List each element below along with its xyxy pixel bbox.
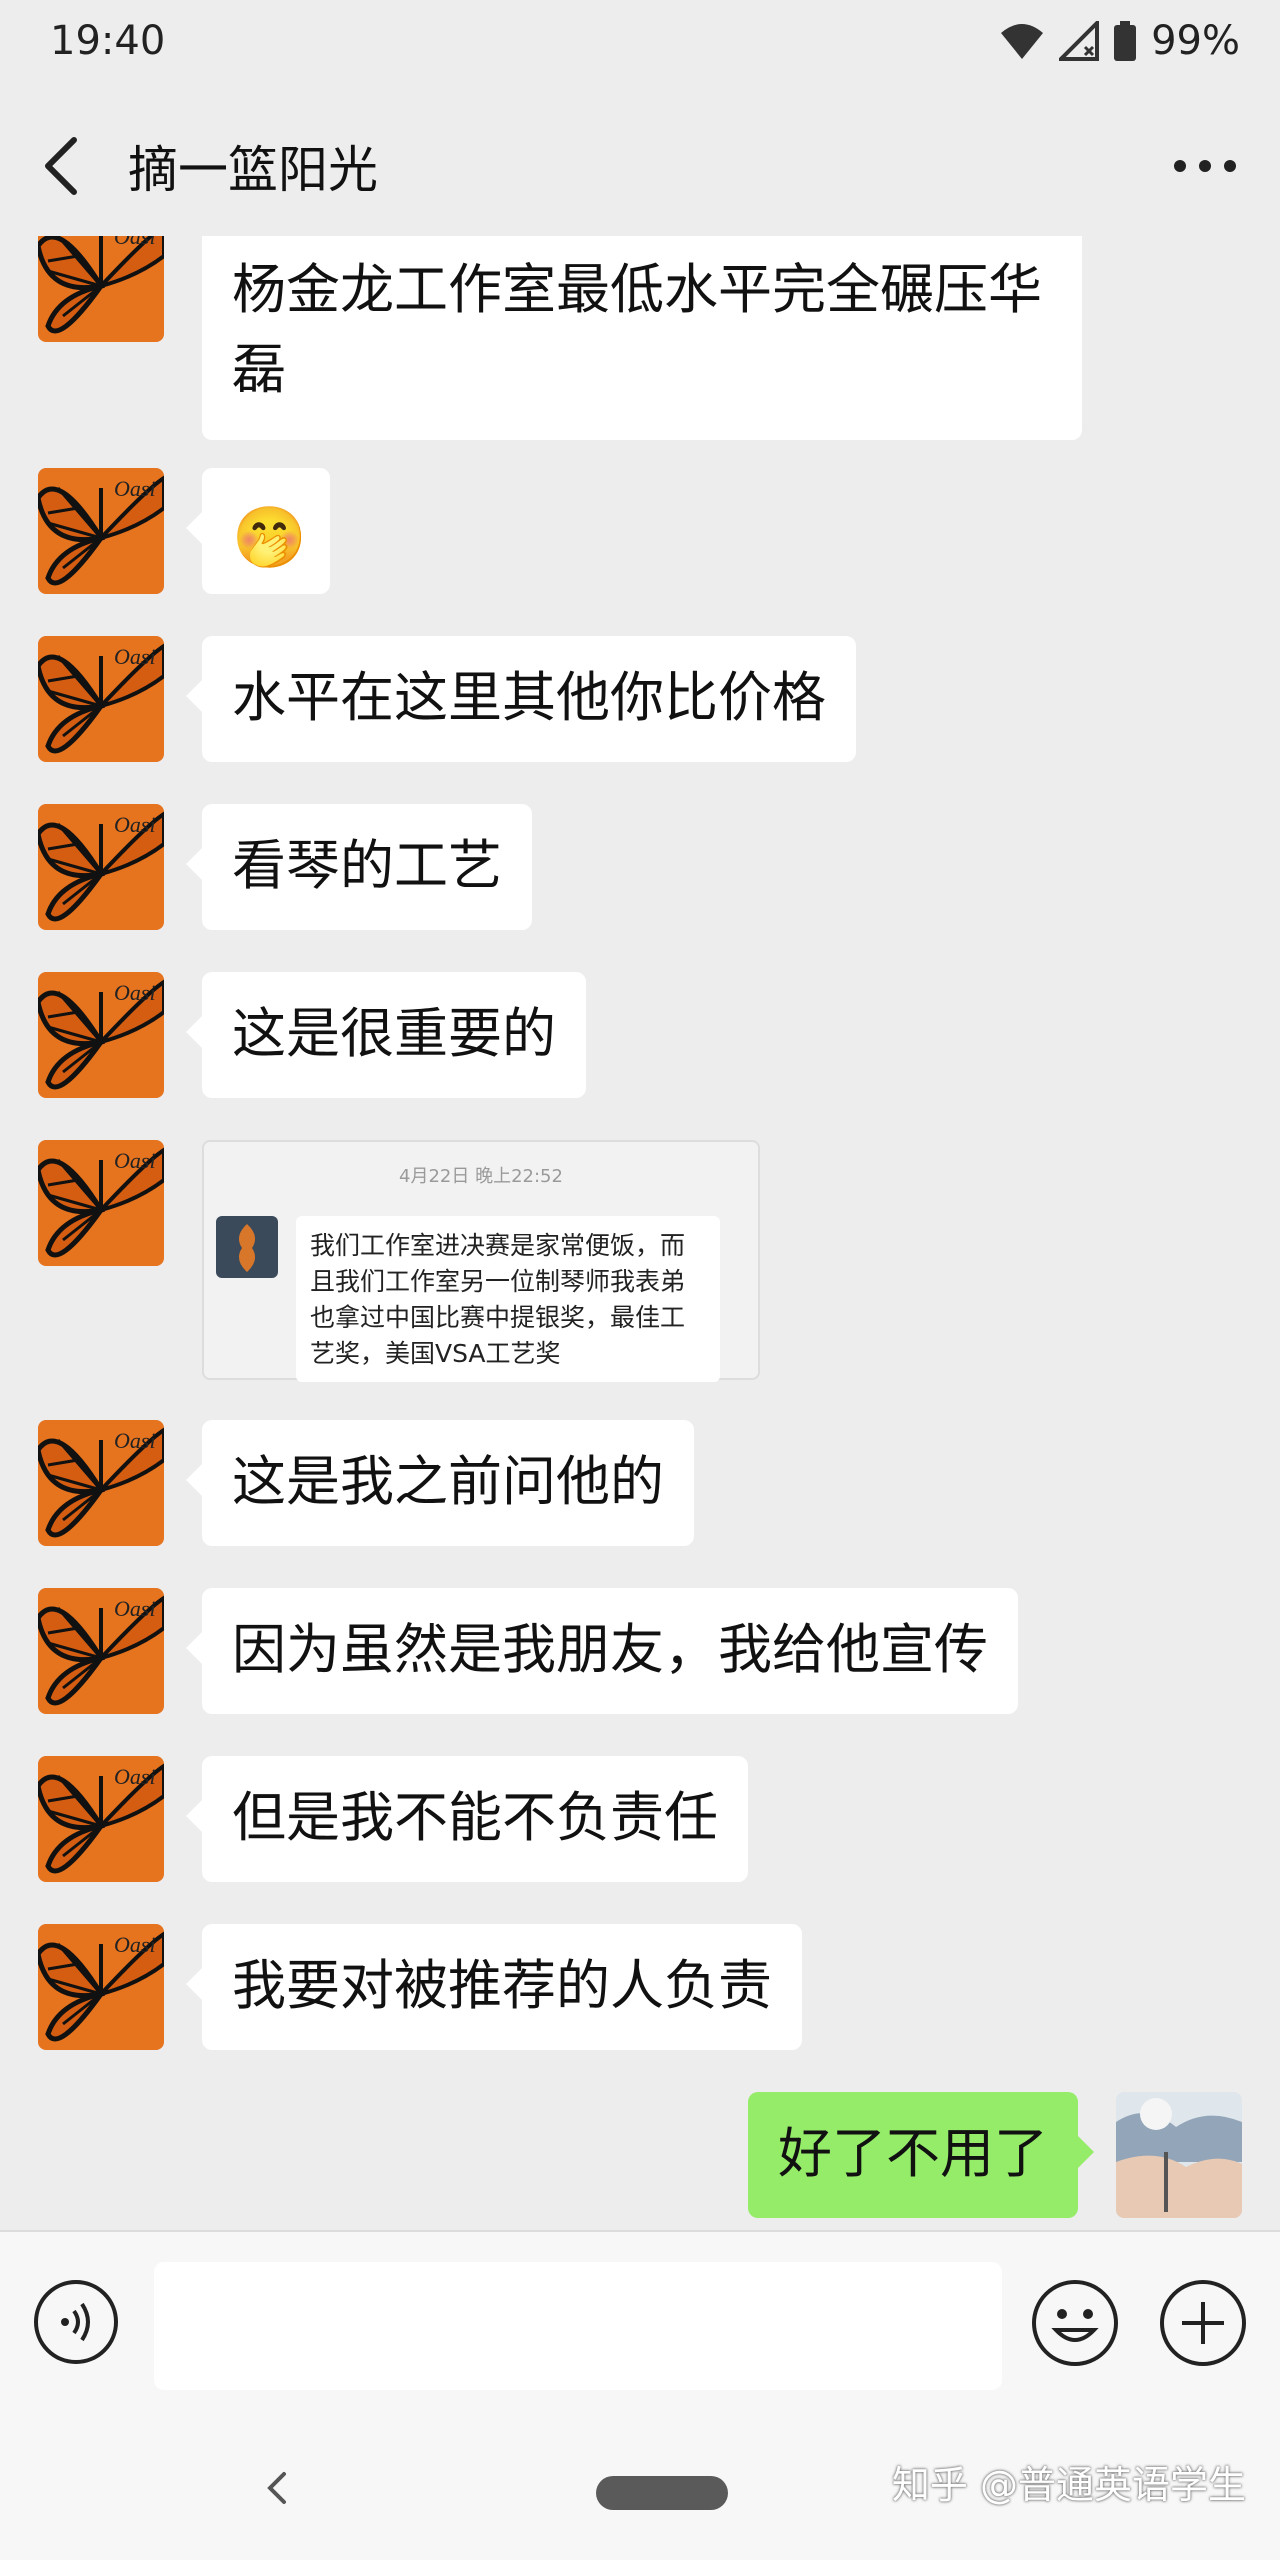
sent-message-bubble[interactable]: 好了不用了 <box>748 2092 1094 2218</box>
card-timestamp: 4月22日 晚上22:52 <box>399 1166 563 1187</box>
avatar[interactable] <box>38 972 164 1098</box>
message-bubble[interactable]: 水平在这里其他你比价格 <box>186 636 856 762</box>
my-avatar[interactable] <box>1116 2092 1242 2218</box>
avatar[interactable] <box>38 636 164 762</box>
message-bubble[interactable]: 杨金龙工作室最低水平完全碾压华磊 <box>202 236 1082 440</box>
input-bar <box>0 2230 1280 2412</box>
signal-icon <box>1059 21 1100 61</box>
card-message: 我们工作室进决赛是家常便饭，而且我们工作室另一位制琴师我表弟也拿过中国比赛中提银… <box>296 1216 720 1382</box>
message-bubble[interactable]: 但是我不能不负责任 <box>186 1756 748 1882</box>
chevron-left-icon[interactable] <box>38 134 88 198</box>
message-bubble[interactable]: 这是很重要的 <box>186 972 586 1098</box>
avatar[interactable] <box>38 1588 164 1714</box>
battery-icon <box>1113 21 1137 61</box>
avatar[interactable] <box>38 804 164 930</box>
status-bar: 19:40 99% <box>0 0 1280 86</box>
avatar[interactable] <box>38 468 164 594</box>
battery-percent: 99% <box>1151 18 1240 64</box>
voice-icon[interactable] <box>32 2278 120 2366</box>
more-horizontal-icon[interactable] <box>1170 146 1240 186</box>
watermark: 知乎 @普通英语学生 <box>891 2463 1246 2507</box>
avatar[interactable] <box>38 236 164 342</box>
wifi-icon <box>999 21 1045 61</box>
avatar[interactable] <box>38 1140 164 1266</box>
message-bubble[interactable]: 因为虽然是我朋友，我给他宣传 <box>186 1588 1018 1714</box>
avatar[interactable] <box>38 1924 164 2050</box>
screenshot-image[interactable]: 4月22日 晚上22:52 我们工作室进决赛是家常便饭，而且我们工作室另一位制琴… <box>202 1140 760 1382</box>
chat-header: 摘一篮阳光 <box>0 86 1280 236</box>
plus-icon[interactable] <box>1158 2278 1248 2368</box>
status-icons: 99% <box>999 18 1240 64</box>
emoji-message[interactable]: 🤭 <box>186 468 330 594</box>
message-input[interactable] <box>154 2262 1002 2390</box>
emoji-icon[interactable] <box>1030 2278 1120 2368</box>
chevron-left-icon[interactable] <box>262 2468 292 2508</box>
card-avatar <box>216 1216 278 1278</box>
message-bubble[interactable]: 这是我之前问他的 <box>186 1420 694 1546</box>
face-emoji: 🤭 <box>232 503 307 573</box>
avatar[interactable] <box>38 1756 164 1882</box>
home-pill-icon[interactable] <box>596 2476 728 2510</box>
system-navigation: 知乎 @普通英语学生 <box>0 2410 1280 2560</box>
status-time: 19:40 <box>50 18 166 64</box>
message-bubble[interactable]: 我要对被推荐的人负责 <box>186 1924 802 2050</box>
message-list[interactable]: 杨金龙工作室最低水平完全碾压华磊 🤭 水平在这里其他你比价格 看琴的工艺 这是很… <box>0 236 1280 2230</box>
message-bubble[interactable]: 看琴的工艺 <box>186 804 532 930</box>
avatar[interactable] <box>38 1420 164 1546</box>
chat-title: 摘一篮阳光 <box>128 141 378 199</box>
